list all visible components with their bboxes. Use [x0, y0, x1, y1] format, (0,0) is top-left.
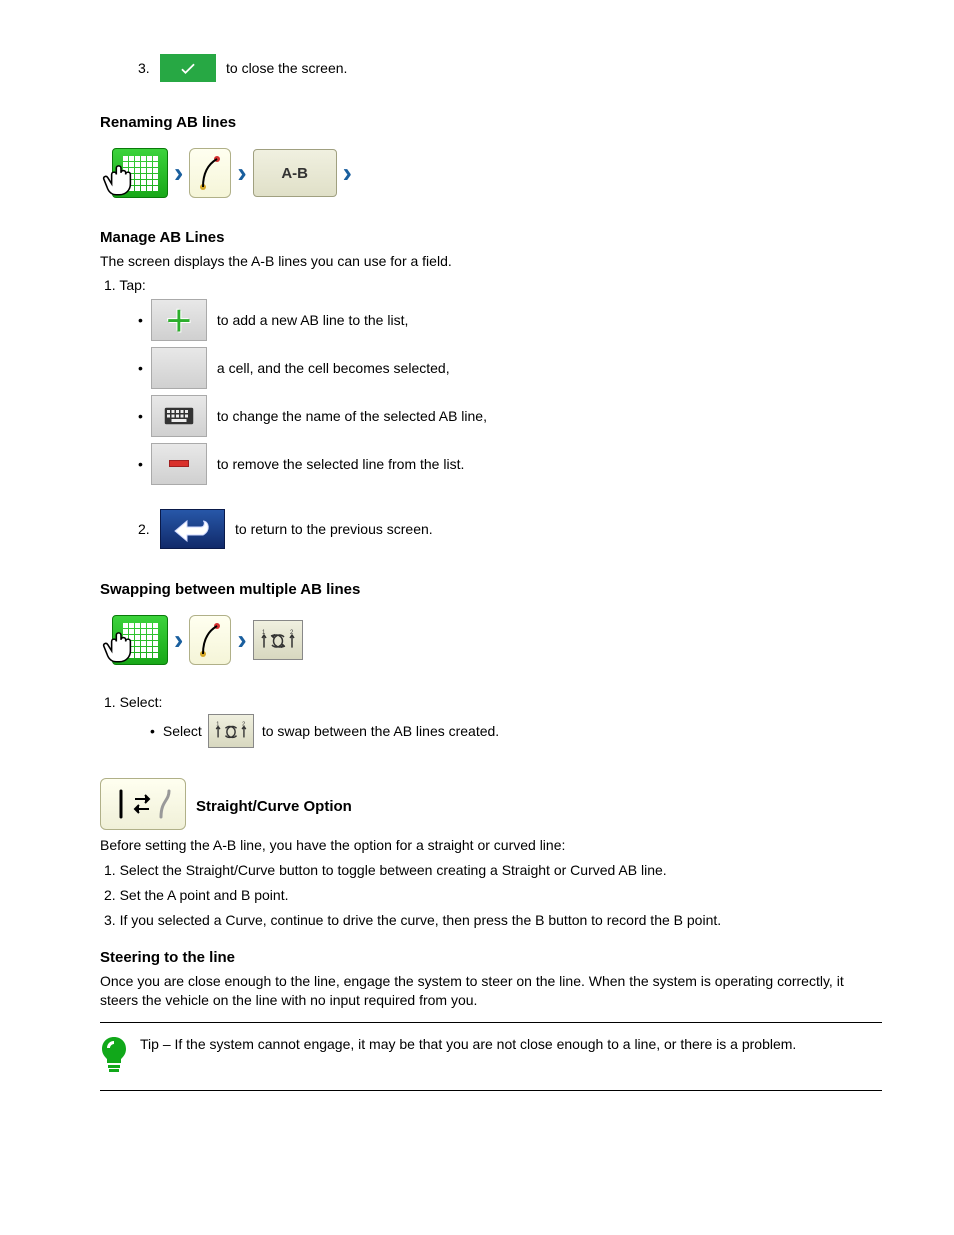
chevron-right-icon: ›	[237, 157, 246, 189]
sc-step2: 2. Set the A point and B point.	[104, 886, 882, 905]
manage-ab-lines-intro: The screen displays the A-B lines you ca…	[100, 252, 882, 271]
pointing-hand-icon	[96, 618, 146, 671]
chevron-right-icon: ›	[174, 624, 183, 656]
swap-ab-button-inline[interactable]: 1 2	[208, 714, 254, 748]
select-cell-text: a cell, and the cell becomes selected,	[217, 360, 450, 376]
guidance-icon	[197, 620, 223, 660]
step-number: 1. Tap:	[104, 277, 146, 293]
breadcrumb-path-swap: › › 1 2	[112, 604, 882, 676]
add-line-text: to add a new AB line to the list,	[217, 312, 408, 328]
bullet	[138, 456, 151, 472]
step-number: 1. Select:	[104, 694, 162, 710]
remove-text: to remove the selected line from the lis…	[217, 456, 464, 472]
swapping-title: Swapping between multiple AB lines	[100, 581, 882, 598]
swap-ab-button[interactable]: 1 2	[253, 620, 303, 660]
confirm-check-button[interactable]	[160, 54, 216, 82]
step3-text: to close the screen.	[226, 60, 347, 76]
rename-text: to change the name of the selected AB li…	[217, 408, 487, 424]
bullet	[138, 408, 151, 424]
plus-icon: ＋	[165, 300, 193, 340]
keyboard-icon	[164, 406, 194, 426]
guidance-icon	[197, 153, 223, 193]
rename-button[interactable]	[151, 395, 207, 437]
renaming-ab-lines-title: Renaming AB lines	[100, 114, 882, 131]
straight-curve-button[interactable]	[100, 778, 186, 830]
straight-curve-intro: Before setting the A-B line, you have th…	[100, 836, 882, 855]
add-line-button[interactable]: ＋	[151, 299, 207, 341]
bullet	[150, 723, 163, 739]
sc-step1: 1. Select the Straight/Curve button to t…	[104, 861, 882, 880]
swap-prefix: Select	[163, 723, 202, 739]
steering-text: Once you are close enough to the line, e…	[100, 972, 882, 1010]
chevron-right-icon: ›	[343, 157, 352, 189]
bullet	[138, 360, 151, 376]
chevron-right-icon: ›	[237, 624, 246, 656]
breadcrumb-path: › › A-B ›	[112, 137, 882, 209]
check-icon	[178, 58, 198, 78]
manage-ab-lines-title: Manage AB Lines	[100, 229, 882, 246]
swap-icon: 1 2	[214, 719, 248, 743]
back-arrow-icon	[173, 515, 213, 543]
separator	[100, 1090, 882, 1091]
bullet	[138, 312, 151, 328]
guidance-button[interactable]	[189, 615, 231, 665]
guidance-button[interactable]	[189, 148, 231, 198]
back-text: to return to the previous screen.	[235, 521, 433, 537]
swap-icon: 1 2	[260, 627, 296, 653]
step-number: 3.	[138, 60, 154, 76]
minus-icon	[169, 460, 189, 467]
lightbulb-icon	[100, 1035, 128, 1078]
sc-step3: 3. If you selected a Curve, continue to …	[104, 911, 882, 930]
swap-text: to swap between the AB lines created.	[262, 723, 499, 739]
remove-line-button[interactable]	[151, 443, 207, 485]
steering-title: Steering to the line	[100, 949, 882, 966]
separator	[100, 1022, 882, 1023]
straight-curve-icon	[113, 787, 173, 821]
tip-text: Tip – If the system cannot engage, it ma…	[140, 1035, 796, 1054]
straight-curve-title: Straight/Curve Option	[196, 798, 352, 815]
chevron-right-icon: ›	[174, 157, 183, 189]
step-number: 2.	[138, 521, 154, 537]
ab-line-button[interactable]: A-B	[253, 149, 337, 197]
select-cell-button[interactable]	[151, 347, 207, 389]
pointing-hand-icon	[96, 151, 146, 204]
back-button[interactable]	[160, 509, 225, 549]
